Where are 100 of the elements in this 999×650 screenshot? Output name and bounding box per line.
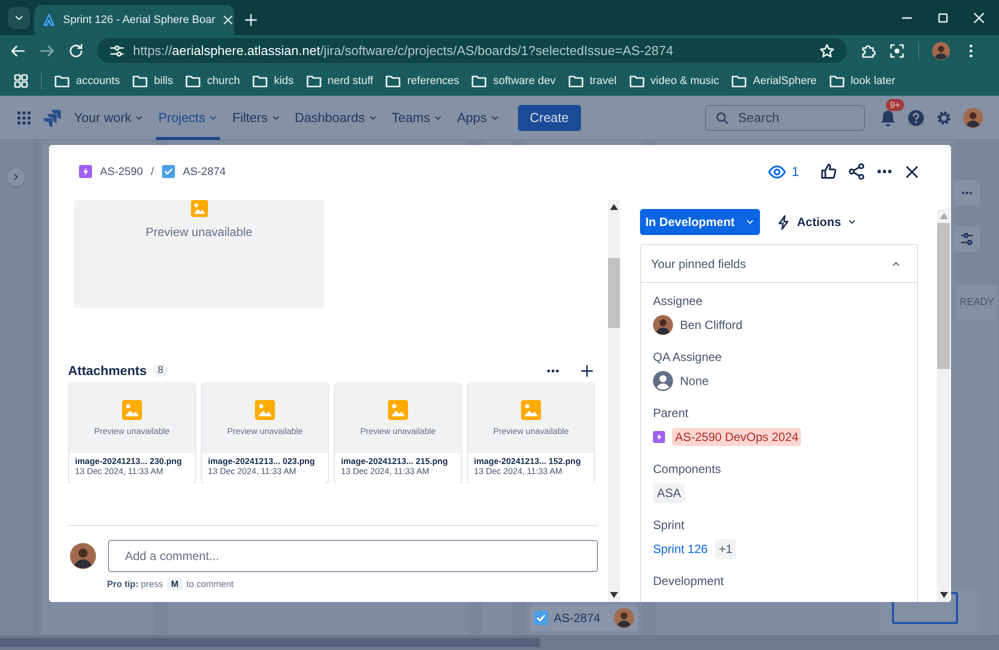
create-button[interactable]: Create: [518, 104, 581, 130]
settings-icon[interactable]: [935, 108, 953, 126]
tip-text: Pro tip: press: [107, 579, 164, 589]
avatar: [70, 543, 96, 569]
maximize-icon[interactable]: [936, 11, 950, 25]
reload-icon[interactable]: [68, 42, 84, 58]
component-tag: ASA: [653, 483, 686, 503]
file-name: image-20241213... 152.png: [474, 456, 582, 466]
scroll-down-icon[interactable]: [610, 592, 618, 598]
nav-item[interactable]: Filters: [230, 96, 283, 140]
scrollbar-thumb[interactable]: [937, 223, 950, 369]
close-icon[interactable]: [972, 11, 986, 25]
folder-icon: [132, 72, 148, 88]
preview-text: Preview unavailable: [94, 426, 170, 436]
back-icon[interactable]: [10, 42, 26, 58]
scrollbar[interactable]: [937, 209, 950, 602]
field-value: None: [680, 374, 709, 388]
folder-icon: [252, 72, 268, 88]
nav-item[interactable]: Teams: [390, 96, 446, 140]
folder-icon: [731, 72, 747, 88]
avatar[interactable]: [963, 108, 983, 128]
site-settings-icon[interactable]: [109, 42, 125, 58]
forward-icon[interactable]: [39, 42, 55, 58]
bookmark-folder[interactable]: accounts: [54, 72, 120, 88]
nav-item[interactable]: Apps: [455, 96, 502, 140]
bookmark-folder[interactable]: AerialSphere: [731, 72, 817, 88]
star-icon[interactable]: [819, 42, 835, 58]
bookmark-folder[interactable]: software dev: [471, 72, 556, 88]
apps-icon[interactable]: [13, 72, 29, 88]
avatar: [614, 608, 634, 628]
count-badge: 8: [152, 364, 168, 377]
bookmark-folder[interactable]: look later: [828, 72, 896, 88]
bookmark-folder[interactable]: travel: [568, 72, 617, 88]
preview-text: Preview unavailable: [360, 426, 436, 436]
scroll-down-icon[interactable]: [940, 592, 948, 598]
actions-dropdown[interactable]: Actions: [776, 214, 858, 230]
tab-title: Sprint 126 - Aerial Sphere Boar: [63, 14, 216, 26]
bookmark-folder[interactable]: kids: [252, 72, 294, 88]
field-label: Components: [653, 462, 722, 476]
field-label: Development: [653, 574, 725, 588]
close-icon[interactable]: [222, 14, 234, 26]
task-icon: [162, 165, 175, 178]
issue-card[interactable]: AS-2874: [530, 605, 638, 631]
bookmark-folder[interactable]: references: [385, 72, 460, 88]
file-name: image-20241213... 230.png: [75, 456, 183, 466]
share-icon[interactable]: [848, 163, 865, 180]
scrollbar[interactable]: [608, 200, 620, 602]
epic-icon: [653, 431, 665, 443]
notifications-icon[interactable]: [879, 108, 897, 126]
avatar[interactable]: [932, 42, 950, 60]
nav-item[interactable]: Your work: [72, 96, 146, 140]
status-dropdown[interactable]: In Development: [640, 209, 760, 235]
thumbs-up-icon[interactable]: [820, 163, 837, 180]
help-icon[interactable]: [907, 108, 925, 126]
file-name: image-20241213... 023.png: [208, 456, 316, 466]
image-icon: [255, 400, 275, 420]
search-field[interactable]: Search: [705, 104, 865, 130]
folder-icon: [54, 72, 70, 88]
parent-link[interactable]: AS-2590 DevOps 2024: [672, 428, 802, 446]
folder-icon: [568, 72, 584, 88]
new-tab-icon[interactable]: [244, 13, 258, 27]
keyboard-key: M: [167, 578, 183, 590]
breadcrumb-link[interactable]: AS-2590: [100, 166, 143, 178]
bookmark-folder[interactable]: nerd stuff: [306, 72, 374, 88]
field-label: Assignee: [653, 294, 704, 308]
search-icon: [715, 110, 729, 124]
preview-text: Preview unavailable: [146, 225, 252, 239]
comment-field[interactable]: Add a comment...: [108, 540, 598, 572]
folder-icon: [184, 72, 201, 88]
browser-tab[interactable]: Sprint 126 - Aerial Sphere Boar: [34, 5, 234, 35]
jira-logo-icon[interactable]: [42, 108, 62, 128]
folder-icon: [471, 72, 488, 88]
folder-icon: [828, 72, 845, 88]
address-bar[interactable]: https://aerialsphere.atlassian.net/jira/software/c/projects/AS/boards/1?selectedIssue=AS-2874: [97, 38, 847, 63]
screenshot-icon[interactable]: [889, 42, 905, 58]
field-label: QA Assignee: [653, 350, 723, 364]
folder-icon: [306, 72, 322, 88]
apps-icon[interactable]: [16, 110, 32, 126]
bookmark-folder[interactable]: bills: [132, 72, 173, 88]
add-icon[interactable]: [580, 364, 594, 378]
breadcrumb-link[interactable]: AS-2874: [182, 166, 226, 178]
nav-item[interactable]: Dashboards: [292, 96, 380, 140]
tip-text: to comment: [186, 579, 234, 589]
eye-icon: [768, 162, 786, 180]
filter-button[interactable]: [954, 226, 980, 252]
watch-button[interactable]: 1: [768, 162, 799, 180]
field-label: Sprint: [653, 518, 686, 532]
image-icon: [521, 400, 541, 420]
folder-icon: [628, 72, 645, 88]
bookmark-folder[interactable]: video & music: [628, 72, 719, 88]
scrollbar-thumb[interactable]: [608, 258, 620, 328]
person-icon: [653, 371, 673, 391]
bookmark-folder[interactable]: church: [184, 72, 240, 88]
scroll-up-icon[interactable]: [610, 204, 618, 210]
tab-list-button[interactable]: [8, 7, 30, 29]
epic-icon: [79, 165, 92, 178]
sprint-link[interactable]: Sprint 126: [653, 542, 708, 556]
close-icon[interactable]: [904, 164, 920, 180]
preview-text: Preview unavailable: [493, 426, 569, 436]
extensions-icon[interactable]: [860, 42, 876, 58]
